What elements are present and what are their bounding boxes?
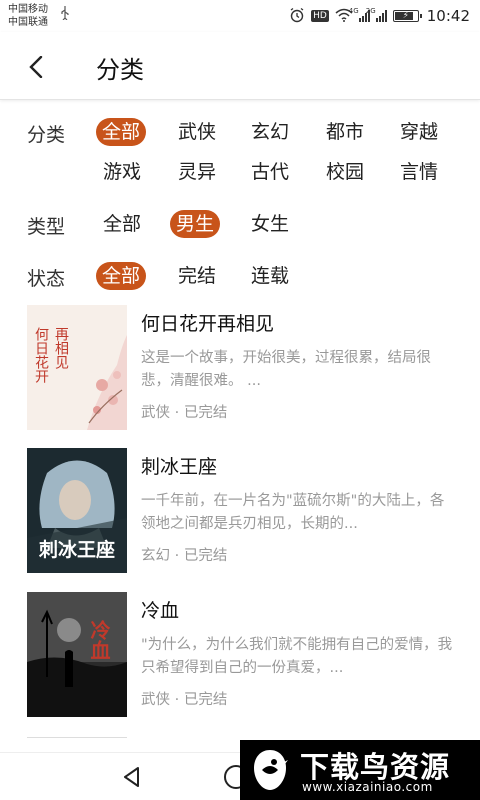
battery-icon: ⚡ — [392, 10, 422, 22]
book-title: 刺冰王座 — [141, 456, 218, 478]
system-indicators: HD 4G 2G ⚡ 10:42 — [289, 5, 470, 27]
status-chip-ongoing[interactable]: 连载 — [245, 262, 295, 290]
svg-text:再相见: 再相见 — [53, 327, 69, 370]
carrier-2: 中国联通 — [8, 17, 48, 28]
bird-logo-icon — [254, 750, 288, 790]
book-list-item[interactable]: 刺冰王座 刺冰王座 一千年前，在一片名为"蓝硫尔斯"的大陆上，各领地之间都是兵刃… — [0, 448, 480, 578]
book-meta: 武侠 · 已完结 — [141, 405, 228, 421]
app-header: 分类 — [0, 32, 480, 100]
book-cover[interactable]: 再相见 何日花开 — [27, 305, 127, 430]
type-filter-label: 类型 — [27, 216, 66, 238]
list-divider — [27, 737, 127, 738]
svg-text:冷血: 冷血 — [87, 619, 111, 660]
category-chip-xuanhuan[interactable]: 玄幻 — [245, 118, 295, 146]
type-chip-male[interactable]: 男生 — [170, 210, 221, 238]
status-chip-all[interactable]: 全部 — [96, 262, 147, 290]
usb-icon — [60, 6, 70, 23]
nav-back-button[interactable] — [120, 765, 144, 793]
chevron-left-icon — [29, 56, 43, 78]
book-description: "为什么，为什么我们就不能拥有自己的爱情，我只希望得到自己的一份真爱，... — [141, 637, 453, 676]
category-chip-youxi[interactable]: 游戏 — [97, 158, 147, 186]
page-title: 分类 — [96, 56, 144, 84]
status-bar: 中国移动 中国联通 HD 4G 2G ⚡ 10:42 — [0, 0, 480, 32]
type-chip-all[interactable]: 全部 — [97, 210, 147, 238]
status-filter-label: 状态 — [27, 268, 66, 290]
book-title: 冷血 — [141, 600, 180, 622]
category-chip-dushi[interactable]: 都市 — [320, 118, 370, 146]
category-chip-chuanyue[interactable]: 穿越 — [394, 118, 444, 146]
book-description: 一千年前，在一片名为"蓝硫尔斯"的大陆上，各领地之间都是兵刃相见，长期的... — [141, 493, 445, 532]
carrier-info: 中国移动 中国联通 — [8, 3, 48, 29]
category-chip-gudai[interactable]: 古代 — [245, 158, 295, 186]
svg-text:何日花开: 何日花开 — [33, 327, 49, 383]
book-meta: 武侠 · 已完结 — [141, 692, 228, 708]
type-chip-female[interactable]: 女生 — [245, 210, 295, 238]
book-title: 何日花开再相见 — [141, 313, 275, 335]
book-cover[interactable]: 刺冰王座 — [27, 448, 127, 573]
status-chip-finished[interactable]: 完结 — [172, 262, 222, 290]
book-list-item[interactable]: 冷血 冷血 "为什么，为什么我们就不能拥有自己的爱情，我只希望得到自己的一份真爱… — [0, 592, 480, 722]
category-filter-label: 分类 — [27, 124, 66, 146]
category-chip-yanqing[interactable]: 言情 — [394, 158, 444, 186]
book-list-item[interactable]: 再相见 何日花开 何日花开再相见 这是一个故事，开始很美，过程很累，结局很悲，清… — [0, 305, 480, 435]
book-cover[interactable]: 冷血 — [27, 592, 127, 717]
carrier-1: 中国移动 — [8, 4, 48, 15]
triangle-back-icon — [124, 767, 139, 787]
watermark-banner: 下载鸟资源 www.xiazainiao.com — [240, 740, 480, 800]
book-description: 这是一个故事，开始很美，过程很累，结局很悲，清醒很难。 ... — [141, 350, 431, 389]
book-meta: 玄幻 · 已完结 — [141, 548, 228, 564]
svg-text:刺冰王座: 刺冰王座 — [39, 538, 115, 561]
hd-voice-badge: HD — [311, 10, 329, 22]
watermark-url: www.xiazainiao.com — [302, 780, 433, 794]
category-chip-lingyi[interactable]: 灵异 — [172, 158, 222, 186]
category-chip-all[interactable]: 全部 — [96, 118, 147, 146]
signal-icon-2: 2G — [366, 7, 387, 22]
clock: 10:42 — [426, 7, 470, 25]
back-button[interactable] — [18, 49, 54, 85]
alarm-icon — [289, 7, 305, 26]
category-chip-xiaoyuan[interactable]: 校园 — [320, 158, 370, 186]
category-chip-wuxia[interactable]: 武侠 — [172, 118, 222, 146]
